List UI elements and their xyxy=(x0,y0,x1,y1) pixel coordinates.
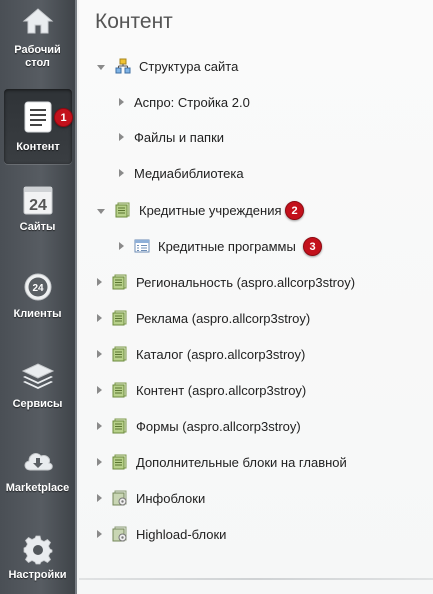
tree-item-forms[interactable]: Формы (aspro.allcorp3stroy) xyxy=(97,416,301,436)
tree-item-medialib[interactable]: Медиабиблиотека xyxy=(119,163,244,183)
sidebar-item-sites[interactable]: 24 Сайты xyxy=(0,185,75,245)
clock-24-icon: 24 xyxy=(24,273,51,301)
tree-item-label: Каталог (aspro.allcorp3stroy) xyxy=(136,346,306,362)
document-icon xyxy=(24,101,52,133)
home-icon xyxy=(22,8,53,34)
expand-arrow-icon[interactable] xyxy=(119,133,124,141)
sidebar-item-desktop[interactable]: Рабочий стол xyxy=(0,6,75,76)
cloud-download-icon xyxy=(24,453,53,471)
tree-item-credit-programs[interactable]: Кредитные программы xyxy=(119,236,296,256)
iblock-type-icon xyxy=(112,310,127,326)
sidebar-item-marketplace[interactable]: Marketplace xyxy=(0,446,75,506)
tree-item-label: Медиабиблиотека xyxy=(134,165,244,181)
page-title: Контент xyxy=(95,10,173,33)
sidebar-item-label: стол xyxy=(25,57,50,69)
tree-item-site-aspro[interactable]: Аспро: Стройка 2.0 xyxy=(119,92,250,112)
tree-item-label: Региональность (aspro.allcorp3stroy) xyxy=(136,274,356,290)
iblock-type-icon xyxy=(112,454,127,470)
clock-text: 24 xyxy=(32,283,44,294)
sidebar-item-settings[interactable]: Настройки xyxy=(0,535,75,590)
sidebar-item-label: Настройки xyxy=(8,569,67,581)
tree-item-site-structure[interactable]: Структура сайта xyxy=(97,56,238,76)
tree-item-files[interactable]: Файлы и папки xyxy=(119,127,224,147)
expand-arrow-icon[interactable] xyxy=(119,169,124,177)
tree-item-label: Highload-блоки xyxy=(136,526,227,542)
content-panel: Контент Структура сайта Аспро: Стройка 2… xyxy=(79,0,433,594)
sitemap-icon xyxy=(115,58,131,74)
expand-arrow-icon[interactable] xyxy=(119,242,124,250)
iblock-settings-icon xyxy=(112,490,127,506)
tree-item-highload[interactable]: Highload-блоки xyxy=(97,524,226,544)
tree-item-label: Инфоблоки xyxy=(136,490,206,506)
sidebar-item-label: Контент xyxy=(16,141,60,153)
iblock-type-icon xyxy=(112,382,127,398)
tree-item-regionality[interactable]: Региональность (aspro.allcorp3stroy) xyxy=(97,272,355,292)
tree-item-label: Дополнительные блоки на главной xyxy=(136,454,347,470)
tree-item-label: Кредитные учреждения xyxy=(139,202,282,218)
tree-item-label: Аспро: Стройка 2.0 xyxy=(134,94,250,110)
iblock-settings-icon xyxy=(112,526,127,542)
tree-item-label: Формы (aspro.allcorp3stroy) xyxy=(136,418,301,434)
step-badge-2: 2 xyxy=(285,201,304,220)
sidebar-item-label: Клиенты xyxy=(13,308,62,320)
sidebar-item-label: Рабочий xyxy=(14,44,61,56)
sidebar-item-label: Сервисы xyxy=(12,398,63,410)
expand-arrow-icon[interactable] xyxy=(97,64,105,70)
iblock-type-icon xyxy=(112,346,127,362)
tree-item-extra-blocks[interactable]: Дополнительные блоки на главной xyxy=(97,452,347,472)
layers-icon xyxy=(21,363,54,389)
step-badge-1: 1 xyxy=(54,108,73,127)
bottom-divider xyxy=(79,578,433,580)
sidebar-item-label: Сайты xyxy=(19,221,56,233)
step-badge-3: 3 xyxy=(303,237,322,256)
expand-arrow-icon[interactable] xyxy=(97,422,102,430)
iblock-type-icon xyxy=(112,418,127,434)
tree-item-label: Файлы и папки xyxy=(134,129,225,145)
tree-item-ads[interactable]: Реклама (aspro.allcorp3stroy) xyxy=(97,308,310,328)
tree-item-content-aspro[interactable]: Контент (aspro.allcorp3stroy) xyxy=(97,380,306,400)
iblock-list-icon xyxy=(134,239,150,253)
sidebar-item-services[interactable]: Сервисы xyxy=(0,360,75,420)
expand-arrow-icon[interactable] xyxy=(97,278,102,286)
expand-arrow-icon[interactable] xyxy=(97,208,105,214)
tree-item-catalog[interactable]: Каталог (aspro.allcorp3stroy) xyxy=(97,344,305,364)
expand-arrow-icon[interactable] xyxy=(97,530,102,538)
expand-arrow-icon[interactable] xyxy=(119,98,124,106)
sidebar-item-label: Marketplace xyxy=(5,482,70,494)
sidebar-item-clients[interactable]: 24 Клиенты xyxy=(0,272,75,332)
tree-item-label: Кредитные программы xyxy=(158,238,296,254)
expand-arrow-icon[interactable] xyxy=(97,494,102,502)
calendar-day-text: 24 xyxy=(29,197,47,214)
expand-arrow-icon[interactable] xyxy=(97,458,102,466)
iblock-type-icon xyxy=(115,202,130,218)
tree-item-credit-institutions[interactable]: Кредитные учреждения xyxy=(97,200,282,220)
tree-item-label: Структура сайта xyxy=(139,58,239,74)
left-sidebar: Рабочий стол Контент 24 Сайты 24 Клиенты xyxy=(0,0,77,594)
tree-item-label: Контент (aspro.allcorp3stroy) xyxy=(136,382,307,398)
calendar-24-icon: 24 xyxy=(23,186,52,215)
expand-arrow-icon[interactable] xyxy=(97,386,102,394)
iblock-type-icon xyxy=(112,274,127,290)
tree-item-infoblocks[interactable]: Инфоблоки xyxy=(97,488,205,508)
expand-arrow-icon[interactable] xyxy=(97,350,102,358)
gear-icon xyxy=(23,535,52,565)
expand-arrow-icon[interactable] xyxy=(97,314,102,322)
tree-item-label: Реклама (aspro.allcorp3stroy) xyxy=(136,310,311,326)
